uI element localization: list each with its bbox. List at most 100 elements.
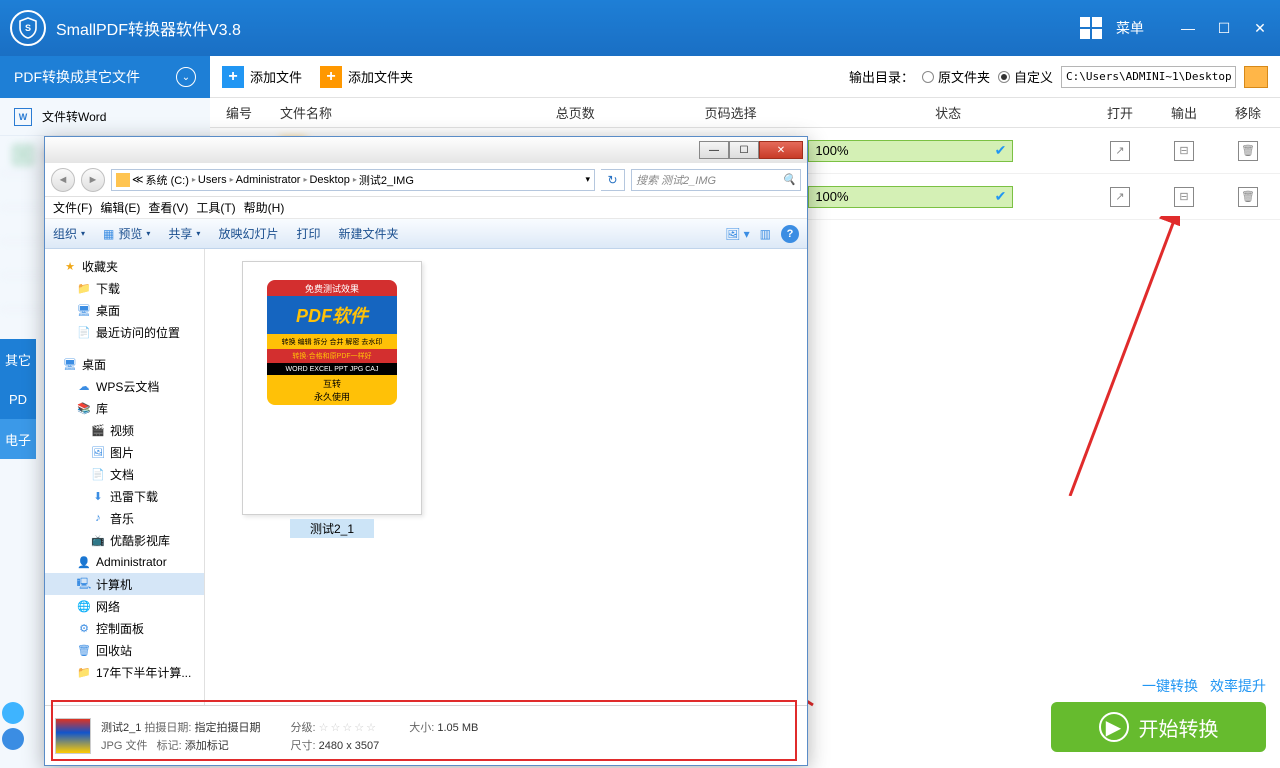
maximize-button[interactable]: ☐ <box>1214 20 1234 37</box>
col-pages: 总页数 <box>498 103 653 122</box>
tree-youku[interactable]: 📺优酷影视库 <box>45 529 204 551</box>
output-dir-label: 输出目录： <box>849 67 914 86</box>
add-file-button[interactable]: + 添加文件 <box>222 66 302 88</box>
col-name: 文件名称 <box>280 103 498 122</box>
tree-wps[interactable]: ☁WPS云文档 <box>45 375 204 397</box>
nav-back-button[interactable]: ◄ <box>51 168 75 192</box>
col-out: 输出 <box>1152 103 1216 122</box>
tree-folder17[interactable]: 📁17年下半年计算... <box>45 661 204 683</box>
output-path-input[interactable] <box>1061 66 1236 88</box>
output-icon[interactable]: ⊟ <box>1174 141 1194 161</box>
tool-print[interactable]: 打印 <box>296 225 320 242</box>
open-icon[interactable]: ↗ <box>1110 187 1130 207</box>
file-explorer-dialog: — ☐ ✕ ◄ ► ≪ 系统 (C:)▸ Users▸ Administrato… <box>44 136 808 766</box>
tool-preview[interactable]: ▦预览▾ <box>103 225 150 242</box>
explorer-search-input[interactable]: 搜索 测试2_IMG 🔍 <box>631 169 801 191</box>
nav-forward-button[interactable]: ► <box>81 168 105 192</box>
word-icon: W <box>14 108 32 126</box>
tree-computer[interactable]: 🖳计算机 <box>45 573 204 595</box>
explorer-nav: ◄ ► ≪ 系统 (C:)▸ Users▸ Administrator▸ Des… <box>45 163 807 197</box>
chevron-down-icon: ⌄ <box>176 67 196 87</box>
menu-file[interactable]: 文件(F) <box>51 199 94 216</box>
sidebar-item-word[interactable]: W 文件转Word <box>0 98 210 136</box>
tree-desktop2[interactable]: 🖥桌面 <box>45 353 204 375</box>
explorer-detail-pane: 测试2_1 拍摄日期: 指定拍摄日期 分级: ☆☆☆☆☆ 大小: 1.05 MB… <box>45 705 807 765</box>
strip-other[interactable]: 其它 <box>0 339 36 379</box>
progress-bar: 100%✔ <box>808 140 1013 162</box>
check-icon: ✔ <box>995 188 1007 205</box>
delete-icon[interactable]: 🗑 <box>1238 187 1258 207</box>
tree-doc[interactable]: 📄文档 <box>45 463 204 485</box>
radio-icon <box>922 71 934 83</box>
refresh-button[interactable]: ↻ <box>601 169 625 191</box>
tree-video[interactable]: 🎬视频 <box>45 419 204 441</box>
search-icon: 🔍 <box>782 173 796 186</box>
strip-ebook[interactable]: 电子 <box>0 419 36 459</box>
progress-bar: 100%✔ <box>808 186 1013 208</box>
ie-icon[interactable] <box>2 728 24 750</box>
col-num: 编号 <box>210 103 280 122</box>
explorer-maximize-button[interactable]: ☐ <box>729 141 759 159</box>
add-folder-button[interactable]: + 添加文件夹 <box>320 66 413 88</box>
tree-recent[interactable]: 📄最近访问的位置 <box>45 321 204 343</box>
radio-original-folder[interactable]: 原文件夹 <box>922 67 990 86</box>
browse-folder-button[interactable] <box>1244 66 1268 88</box>
col-status: 状态 <box>808 103 1088 122</box>
sidebar-item-label: 文件转Word <box>42 108 106 125</box>
radio-icon <box>998 71 1010 83</box>
sidebar-header-label: PDF转换成其它文件 <box>14 67 140 87</box>
tree-control[interactable]: ⚙控制面板 <box>45 617 204 639</box>
menu-tiles-icon[interactable] <box>1080 17 1102 39</box>
tool-organize[interactable]: 组织▾ <box>53 225 85 242</box>
help-icon[interactable]: ? <box>781 225 799 243</box>
explorer-minimize-button[interactable]: — <box>699 141 729 159</box>
menu-tools[interactable]: 工具(T) <box>194 199 237 216</box>
address-bar[interactable]: ≪ 系统 (C:)▸ Users▸ Administrator▸ Desktop… <box>111 169 595 191</box>
tool-newfolder[interactable]: 新建文件夹 <box>338 225 398 242</box>
rating-stars[interactable]: ☆☆☆☆☆ <box>319 722 378 734</box>
strip-pdf[interactable]: PD <box>0 379 36 419</box>
tree-network[interactable]: 🌐网络 <box>45 595 204 617</box>
main-toolbar: + 添加文件 + 添加文件夹 输出目录： 原文件夹 自定义 <box>210 56 1280 98</box>
radio-custom-folder[interactable]: 自定义 <box>998 67 1053 86</box>
plus-icon: + <box>222 66 244 88</box>
start-convert-button[interactable]: ▶ 开始转换 <box>1051 702 1266 752</box>
minimize-button[interactable]: — <box>1178 20 1198 37</box>
tree-desktop[interactable]: 🖥桌面 <box>45 299 204 321</box>
tree-admin[interactable]: 👤Administrator <box>45 551 204 573</box>
excel-icon: X <box>14 146 32 164</box>
file-name-label: 测试2_1 <box>290 519 374 538</box>
sidebar-header[interactable]: PDF转换成其它文件 ⌄ <box>0 56 210 98</box>
output-icon[interactable]: ⊟ <box>1174 187 1194 207</box>
tree-xunlei[interactable]: ⬇迅雷下载 <box>45 485 204 507</box>
qq-icon[interactable] <box>2 702 24 724</box>
explorer-close-button[interactable]: ✕ <box>759 141 803 159</box>
detail-thumbnail-icon <box>55 718 91 754</box>
tree-downloads[interactable]: 📁下载 <box>45 277 204 299</box>
file-thumbnail: 免费测试效果 PDF软件 转换 编辑 拆分 合并 解密 去水印 转换·合格和原P… <box>242 261 422 515</box>
tool-share[interactable]: 共享▾ <box>168 225 200 242</box>
close-button[interactable]: ✕ <box>1250 20 1270 37</box>
menu-help[interactable]: 帮助(H) <box>242 199 287 216</box>
tree-lib[interactable]: 📚库 <box>45 397 204 419</box>
menu-label[interactable]: 菜单 <box>1116 18 1144 38</box>
file-item[interactable]: 免费测试效果 PDF软件 转换 编辑 拆分 合并 解密 去水印 转换·合格和原P… <box>217 261 447 538</box>
tree-music[interactable]: ♪音乐 <box>45 507 204 529</box>
link-one-click[interactable]: 一键转换 <box>1142 676 1198 696</box>
tree-favorites[interactable]: ★收藏夹 <box>45 255 204 277</box>
open-icon[interactable]: ↗ <box>1110 141 1130 161</box>
tree-pic[interactable]: 🖼图片 <box>45 441 204 463</box>
delete-icon[interactable]: 🗑 <box>1238 141 1258 161</box>
tool-slideshow[interactable]: 放映幻灯片 <box>218 225 278 242</box>
col-del: 移除 <box>1216 103 1280 122</box>
preview-pane-icon[interactable]: ▥ <box>760 227 771 241</box>
view-mode-icon[interactable]: 🖼 ▾ <box>725 227 750 241</box>
menu-view[interactable]: 查看(V) <box>146 199 190 216</box>
link-efficiency[interactable]: 效率提升 <box>1210 676 1266 696</box>
tree-recycle[interactable]: 🗑回收站 <box>45 639 204 661</box>
app-logo: S <box>10 10 46 46</box>
col-open: 打开 <box>1088 103 1152 122</box>
explorer-menubar: 文件(F) 编辑(E) 查看(V) 工具(T) 帮助(H) <box>45 197 807 219</box>
table-header: 编号 文件名称 总页数 页码选择 状态 打开 输出 移除 <box>210 98 1280 128</box>
menu-edit[interactable]: 编辑(E) <box>98 199 142 216</box>
